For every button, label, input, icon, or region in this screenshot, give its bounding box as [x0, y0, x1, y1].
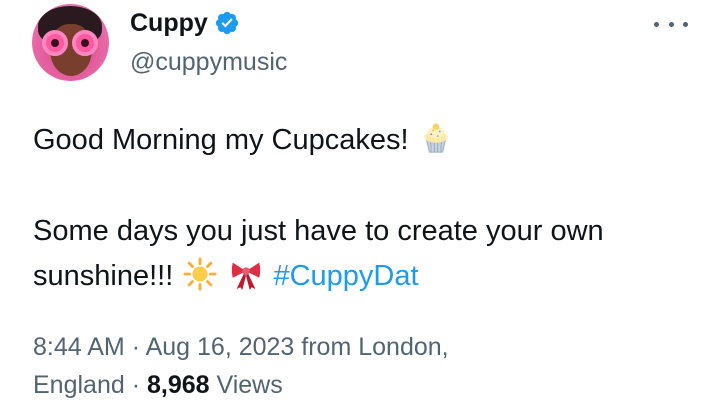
- avatar-glasses-right: [72, 30, 98, 56]
- tweet-line-2: Some days you just have to create your o…: [33, 215, 604, 247]
- tweet-location[interactable]: England: [33, 371, 125, 399]
- author-name-row[interactable]: Cuppy: [130, 6, 240, 40]
- sun-emoji: [183, 257, 217, 291]
- tweet-text: Good Morning my Cupcakes! Some days you …: [33, 118, 693, 299]
- more-dot: [683, 21, 688, 27]
- avatar-glasses-left: [42, 30, 68, 56]
- more-dot: [668, 21, 674, 27]
- avatar[interactable]: [32, 4, 109, 81]
- tweet-line-3: sunshine!!! #CuppyDat: [33, 254, 693, 299]
- tweet-greeting: Good Morning my Cupcakes!: [33, 124, 409, 156]
- meta-separator: ·: [131, 371, 141, 399]
- author-handle[interactable]: @cuppymusic: [130, 45, 287, 79]
- hashtag-link[interactable]: #CuppyDat: [273, 260, 418, 292]
- tweet-card: Cuppy @cuppymusic Good Morning my Cupcak…: [0, 0, 720, 407]
- ribbon-emoji: [232, 263, 261, 291]
- cupcake-emoji: [424, 123, 447, 153]
- verified-badge-icon: [215, 11, 238, 35]
- tweet-meta: 8:44 AM · Aug 16, 2023 from London, Engl…: [33, 328, 693, 404]
- author-display-name[interactable]: Cuppy: [130, 6, 208, 40]
- more-horizontal-icon[interactable]: [654, 18, 688, 30]
- tweet-date-source[interactable]: Aug 16, 2023 from London,: [146, 333, 449, 361]
- tweet-time[interactable]: 8:44 AM: [33, 333, 125, 361]
- tweet-line-1: Good Morning my Cupcakes!: [33, 118, 693, 163]
- meta-line-2: England · 8,968 Views: [33, 366, 693, 404]
- views-label: Views: [216, 371, 283, 399]
- meta-separator: ·: [131, 333, 141, 361]
- more-dot: [654, 21, 659, 27]
- meta-line-1: 8:44 AM · Aug 16, 2023 from London,: [33, 328, 693, 366]
- views-count[interactable]: 8,968: [147, 371, 210, 399]
- tweet-sunshine: sunshine!!!: [33, 260, 174, 292]
